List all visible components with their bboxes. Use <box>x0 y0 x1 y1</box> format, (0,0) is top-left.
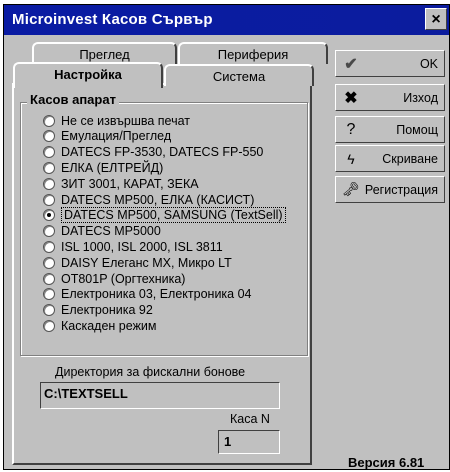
radio-label: Електроника 92 <box>61 303 153 318</box>
radio-label: DATECS MP5000 <box>61 224 161 239</box>
close-button[interactable]: × <box>425 8 447 30</box>
hide-label: Скриване <box>382 151 438 166</box>
radio-label: Каскаден режим <box>61 318 157 333</box>
check-icon: ✔ <box>344 55 358 73</box>
radio-button[interactable] <box>43 146 55 159</box>
radio-option[interactable]: DATECS MP500, ЕЛКА (КАСИСТ) <box>43 191 254 208</box>
radio-option[interactable]: Електроника 92 <box>43 302 153 319</box>
kasa-number-input[interactable]: 1 <box>218 430 280 454</box>
radio-option[interactable]: DATECS FP-3530, DATECS FP-550 <box>43 144 263 161</box>
kasa-label: Каса N <box>230 412 270 426</box>
radio-option[interactable]: Каскаден режим <box>43 317 157 334</box>
register-button[interactable]: 🗝 Регистрация <box>335 176 445 203</box>
radio-option[interactable]: Електроника 03, Електроника 04 <box>43 286 252 303</box>
radio-button[interactable] <box>43 193 55 206</box>
radio-button[interactable] <box>43 130 55 143</box>
tab-preview[interactable]: Преглед <box>32 42 177 64</box>
title-bar: Microinvest Касов Сървър × <box>4 5 449 35</box>
radio-button[interactable] <box>43 304 55 317</box>
radio-button[interactable] <box>43 256 55 269</box>
group-label: Касов апарат <box>27 92 119 107</box>
exit-label: Изход <box>403 90 438 105</box>
tab-system[interactable]: Система <box>164 64 314 86</box>
help-button[interactable]: ? Помощ <box>335 116 445 143</box>
radio-button[interactable] <box>43 209 55 222</box>
radio-label: ISL 1000, ISL 2000, ISL 3811 <box>61 239 223 254</box>
hide-button[interactable]: ϟ Скриване <box>335 145 445 172</box>
radio-option[interactable]: DAISY Елеганс MX, Микро LT <box>43 254 232 271</box>
radio-label: DATECS FP-3530, DATECS FP-550 <box>61 145 264 160</box>
question-icon: ? <box>346 120 356 138</box>
radio-button[interactable] <box>43 114 55 127</box>
radio-button[interactable] <box>43 272 55 285</box>
radio-option[interactable]: ЕЛКА (ЕЛТРЕЙД) <box>43 159 163 176</box>
radio-button[interactable] <box>43 177 55 190</box>
radio-button[interactable] <box>43 288 55 301</box>
lightning-icon: ϟ <box>347 150 355 167</box>
radio-option[interactable]: DATECS MP5000 <box>43 223 161 240</box>
keys-icon: 🗝 <box>342 181 360 197</box>
radio-option[interactable]: Не се извършва печат <box>43 112 190 129</box>
ok-button[interactable]: ✔ OK <box>335 50 445 77</box>
ok-label: OK <box>419 56 438 71</box>
tab-settings[interactable]: Настройка <box>13 62 163 88</box>
radio-button[interactable] <box>43 225 55 238</box>
radio-button[interactable] <box>43 161 55 174</box>
radio-button[interactable] <box>43 240 55 253</box>
radio-option[interactable]: Емулация/Преглед <box>43 128 171 145</box>
fiscal-dir-label: Директория за фискални бонове <box>55 365 246 379</box>
radio-option[interactable]: DATECS MP500, SAMSUNG (TextSell) <box>43 207 286 224</box>
fiscal-dir-input[interactable]: C:\TEXTSELL <box>40 382 280 409</box>
window-title: Microinvest Касов Сървър <box>12 11 213 28</box>
radio-label: ЕЛКА (ЕЛТРЕЙД) <box>61 160 164 175</box>
x-icon: ✖ <box>344 89 358 107</box>
radio-option[interactable]: OT801P (Оргтехника) <box>43 270 185 287</box>
radio-label: ЗИТ 3001, КАРАТ, ЗЕКА <box>61 176 199 191</box>
radio-label: Не се извършва печат <box>61 113 191 128</box>
radio-label: Електроника 03, Електроника 04 <box>61 287 252 302</box>
radio-option[interactable]: ЗИТ 3001, КАРАТ, ЗЕКА <box>43 175 199 192</box>
radio-option[interactable]: ISL 1000, ISL 2000, ISL 3811 <box>43 238 223 255</box>
exit-button[interactable]: ✖ Изход <box>335 84 445 111</box>
version-label: Версия 6.81 <box>348 455 425 470</box>
register-label: Регистрация <box>364 182 438 197</box>
radio-button[interactable] <box>43 319 55 332</box>
radio-label: DATECS MP500, SAMSUNG (TextSell) <box>61 207 286 224</box>
radio-label: DAISY Елеганс MX, Микро LT <box>61 255 232 270</box>
radio-label: DATECS MP500, ЕЛКА (КАСИСТ) <box>61 192 255 207</box>
radio-label: OT801P (Оргтехника) <box>61 271 186 286</box>
help-label: Помощ <box>396 122 438 137</box>
tab-peripherals[interactable]: Периферия <box>178 42 328 64</box>
radio-label: Емулация/Преглед <box>61 129 172 144</box>
